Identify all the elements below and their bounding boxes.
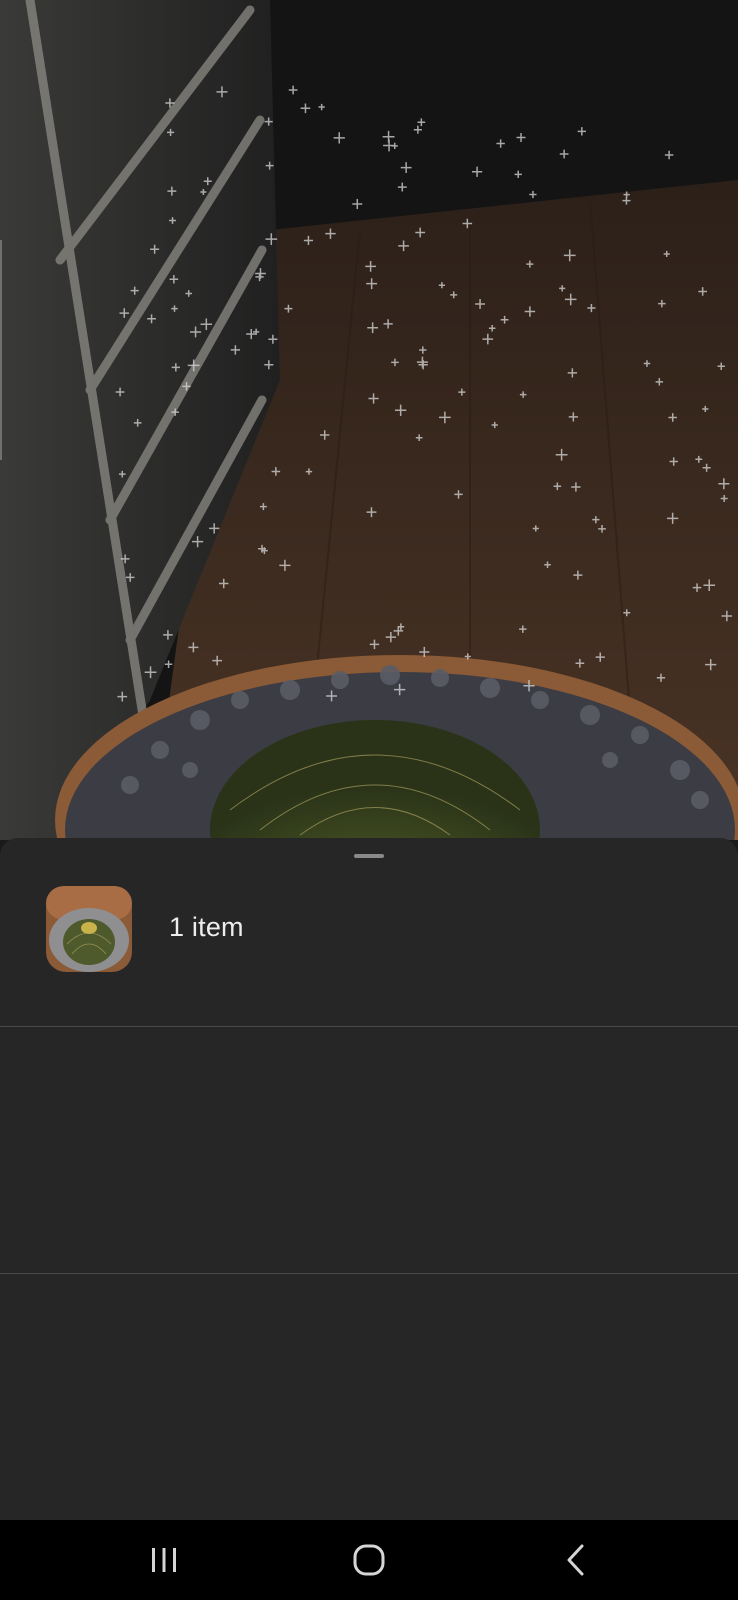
empty-list-slot	[0, 1027, 738, 1274]
system-nav-bar	[0, 1520, 738, 1600]
cactus-pot-thumbnail-icon	[42, 882, 136, 976]
recents-button[interactable]	[104, 1520, 224, 1600]
ar-scene	[0, 0, 738, 840]
ar-camera-view[interactable]	[0, 0, 738, 840]
recents-icon	[152, 1548, 176, 1572]
home-icon	[353, 1544, 385, 1576]
item-count-label: 1 item	[169, 912, 244, 942]
placed-item-row[interactable]: 1 item	[0, 838, 738, 1027]
ar-viewer-screen: 1 item	[0, 0, 738, 1600]
back-button[interactable]	[516, 1520, 636, 1600]
home-button[interactable]	[309, 1520, 429, 1600]
placed-items-sheet: 1 item	[0, 838, 738, 1520]
back-icon	[567, 1544, 584, 1576]
